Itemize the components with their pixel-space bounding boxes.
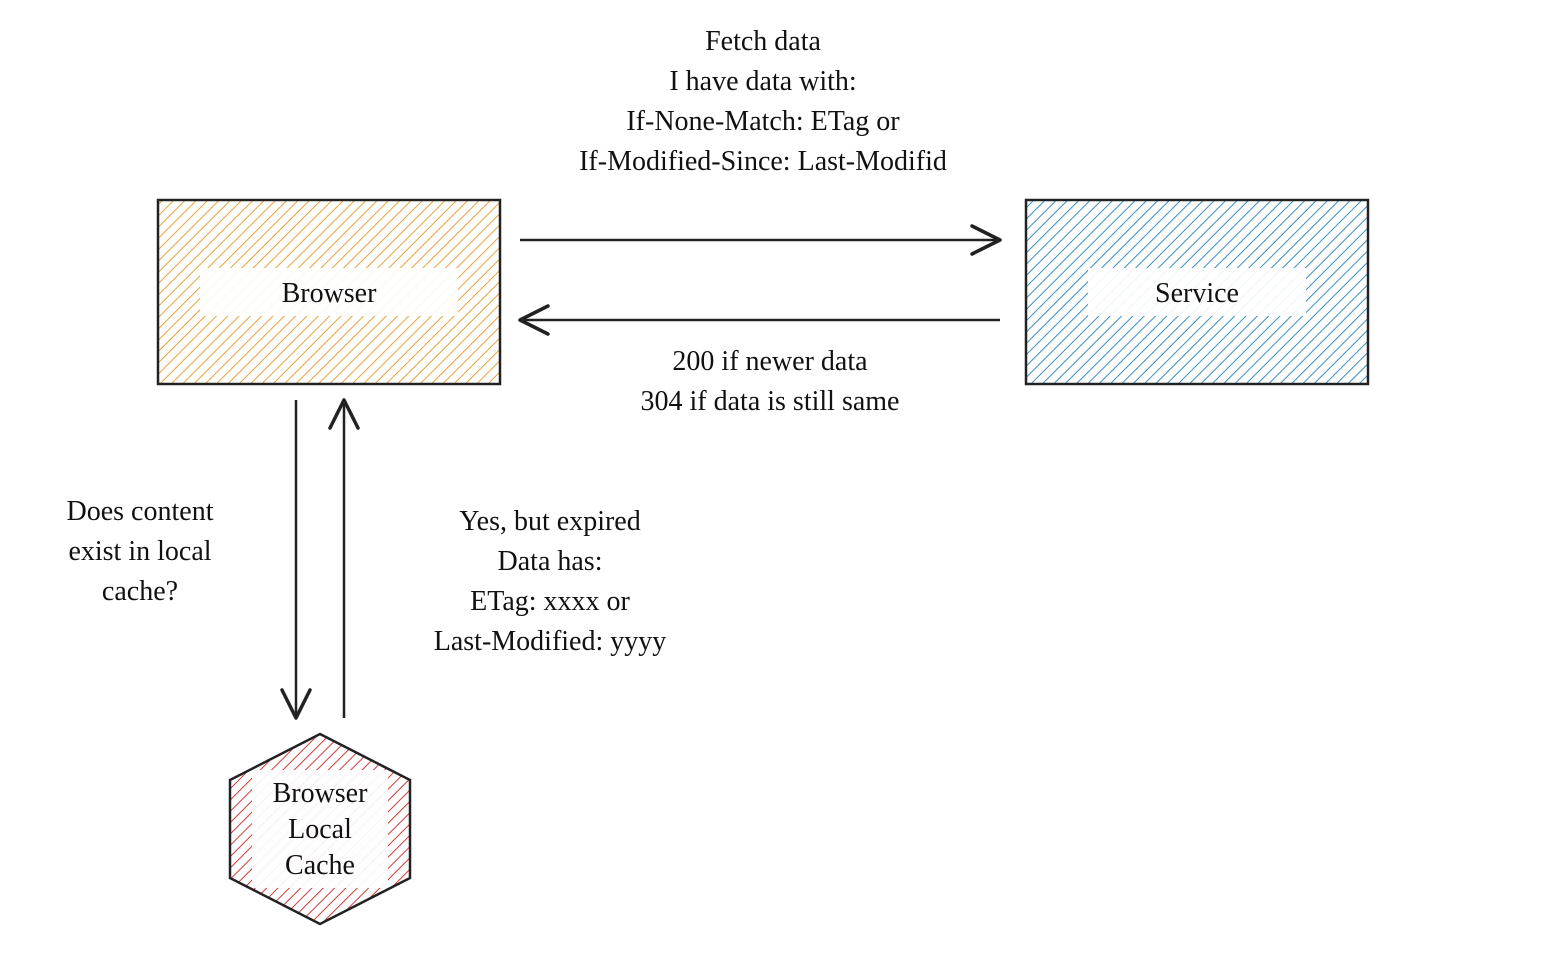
service-label: Service — [1155, 278, 1239, 309]
svg-text:Data has:: Data has: — [498, 546, 603, 577]
svg-text:If-None-Match: ETag or: If-None-Match: ETag or — [626, 106, 900, 137]
browser-label: Browser — [282, 278, 378, 309]
browser-node: Browser — [158, 200, 500, 384]
cache-reply-label: Yes, but expired Data has: ETag: xxxx or… — [434, 506, 667, 657]
cache-label-2: Local — [288, 814, 352, 845]
request-label: Fetch data I have data with: If-None-Mat… — [579, 26, 947, 177]
cache-label-3: Cache — [285, 850, 355, 881]
cache-query-label: Does content exist in local cache? — [67, 496, 214, 607]
svg-text:Fetch data: Fetch data — [705, 26, 821, 57]
svg-text:Last-Modified: yyyy: Last-Modified: yyyy — [434, 626, 667, 657]
svg-text:If-Modified-Since: Last-Modifi: If-Modified-Since: Last-Modifid — [579, 146, 947, 177]
svg-text:Does content: Does content — [67, 496, 214, 527]
cache-label-1: Browser — [273, 778, 369, 809]
svg-text:304 if data is still same: 304 if data is still same — [641, 386, 900, 417]
svg-text:I have data with:: I have data with: — [669, 66, 856, 97]
svg-text:exist in local: exist in local — [68, 536, 211, 567]
svg-text:200 if newer data: 200 if newer data — [672, 346, 868, 377]
response-label: 200 if newer data 304 if data is still s… — [641, 346, 900, 417]
svg-text:cache?: cache? — [102, 576, 178, 607]
svg-text:ETag: xxxx or: ETag: xxxx or — [470, 586, 630, 617]
service-node: Service — [1026, 200, 1368, 384]
svg-text:Yes, but expired: Yes, but expired — [459, 506, 640, 537]
cache-node: Browser Local Cache — [230, 734, 410, 924]
